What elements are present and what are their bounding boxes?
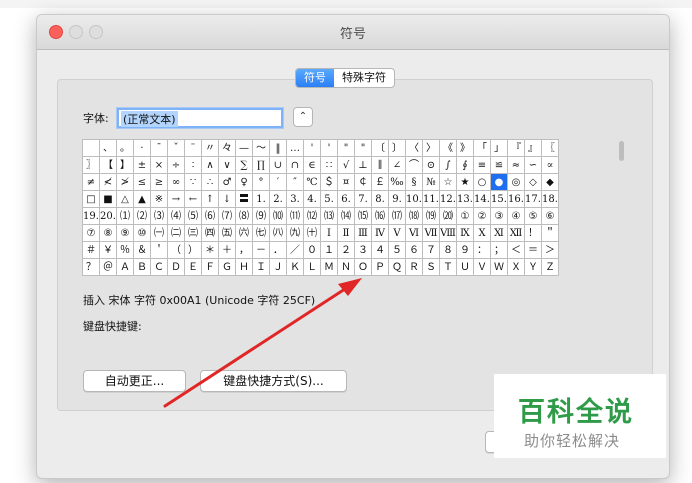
arrow-head: [338, 278, 362, 296]
watermark-title: 百科全说: [518, 397, 634, 428]
watermark-subtitle: 助你轻松解决: [524, 432, 621, 450]
watermark: 百科全说 助你轻松解决: [494, 374, 666, 458]
arrow-shaft: [163, 285, 350, 408]
